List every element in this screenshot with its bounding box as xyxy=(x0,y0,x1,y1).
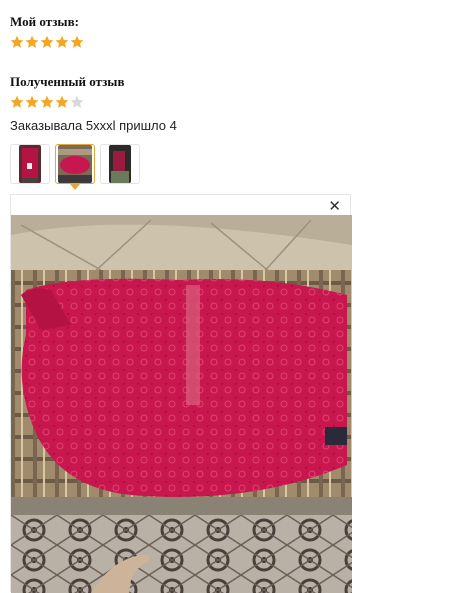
star-filled-icon xyxy=(25,95,39,109)
review-photo[interactable] xyxy=(11,215,352,593)
thumbnail-image xyxy=(58,145,92,183)
received-review-rating xyxy=(10,95,84,109)
image-viewer: ✕ xyxy=(10,194,352,593)
star-filled-icon xyxy=(70,35,84,49)
received-review-title: Полученный отзыв xyxy=(10,74,125,89)
star-filled-icon xyxy=(40,95,54,109)
thumbnail-3[interactable] xyxy=(100,144,140,184)
thumbnail-2[interactable] xyxy=(55,144,95,190)
star-filled-icon xyxy=(10,95,24,109)
thumbnail-strip xyxy=(10,144,140,190)
star-filled-icon xyxy=(10,35,24,49)
thumbnail-1[interactable] xyxy=(10,144,50,184)
review-text: Заказывала 5xxxl пришло 4 xyxy=(10,118,177,133)
star-filled-icon xyxy=(40,35,54,49)
thumbnail-image xyxy=(19,145,41,183)
star-filled-icon xyxy=(55,95,69,109)
star-filled-icon xyxy=(25,35,39,49)
my-review-rating xyxy=(10,35,84,49)
close-icon[interactable]: ✕ xyxy=(328,199,341,215)
thumbnail-image xyxy=(109,145,131,183)
star-empty-icon xyxy=(70,95,84,109)
active-thumbnail-caret xyxy=(70,184,80,190)
my-review-title: Мой отзыв: xyxy=(10,14,79,29)
star-filled-icon xyxy=(55,35,69,49)
